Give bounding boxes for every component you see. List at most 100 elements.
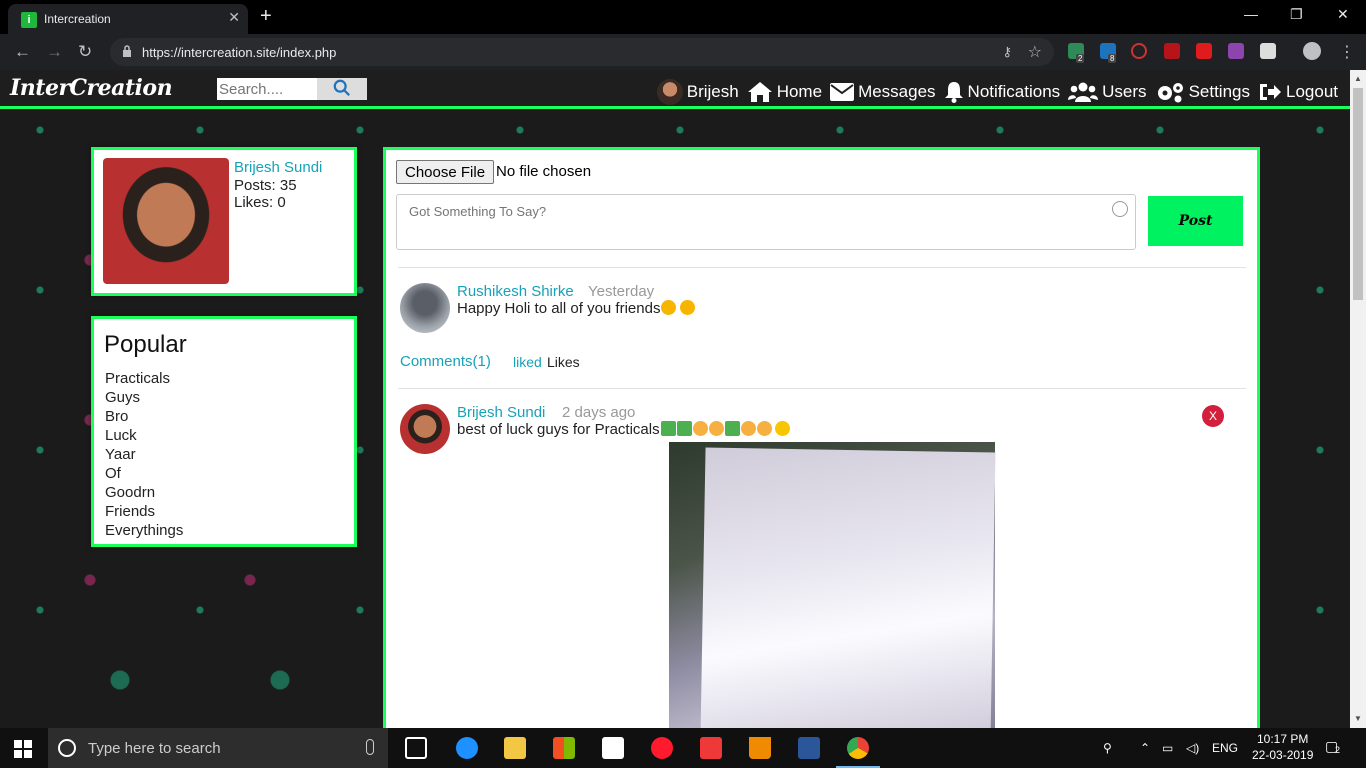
comments-link[interactable]: Comments(1)	[400, 353, 491, 370]
close-tab-icon[interactable]: ✕	[228, 9, 240, 26]
popular-item[interactable]: Yaar	[105, 445, 183, 464]
extension-cube-icon[interactable]	[1260, 43, 1276, 59]
sunglasses-emoji	[774, 421, 790, 436]
delete-post-button[interactable]: X	[1202, 405, 1224, 427]
emoji-picker-icon[interactable]	[1112, 201, 1128, 217]
popular-item[interactable]: Friends	[105, 502, 183, 521]
back-button[interactable]: ←	[14, 42, 31, 62]
search-button[interactable]	[317, 78, 367, 100]
browser-toolbar: ← → ↻ https://intercreation.site/index.p…	[0, 34, 1366, 70]
popular-item[interactable]: Practicals	[105, 369, 183, 388]
key-icon[interactable]: ⚷	[1002, 44, 1012, 60]
scroll-up-arrow[interactable]: ▲	[1354, 74, 1362, 83]
nav-home[interactable]: Home	[747, 81, 822, 103]
vivaldi-icon[interactable]	[700, 737, 722, 759]
heart-eyes-emoji	[661, 300, 677, 315]
scroll-down-arrow[interactable]: ▼	[1354, 714, 1362, 723]
divider	[398, 267, 1246, 268]
post-image[interactable]	[669, 442, 996, 728]
profile-avatar[interactable]	[103, 158, 229, 284]
extension-badge: 2	[1076, 54, 1085, 63]
close-window-button[interactable]: ✕	[1337, 6, 1349, 23]
opera-icon[interactable]	[651, 737, 673, 759]
post-textarea[interactable]	[396, 194, 1136, 250]
address-bar[interactable]: https://intercreation.site/index.php ⚷ ☆	[110, 38, 1054, 66]
search-icon	[333, 79, 350, 96]
file-explorer-icon[interactable]	[504, 737, 526, 759]
nav-label: Users	[1102, 82, 1147, 101]
reload-button[interactable]: ↻	[78, 42, 92, 62]
wave-hand-emoji	[708, 421, 724, 436]
nav-notifications[interactable]: Notifications	[944, 81, 1061, 103]
language-indicator[interactable]: ENG	[1212, 741, 1238, 755]
word-icon[interactable]	[798, 737, 820, 759]
restore-window-button[interactable]: ❐	[1290, 6, 1303, 23]
windows-start-icon[interactable]	[14, 740, 32, 758]
forward-button[interactable]: →	[46, 42, 63, 62]
popular-item[interactable]: Goodrn	[105, 483, 183, 502]
site-logo[interactable]: InterCreation	[10, 75, 173, 101]
tray-chevron-icon[interactable]: ⌃	[1140, 741, 1150, 755]
choose-file-button[interactable]: Choose File	[396, 160, 495, 184]
minimize-window-button[interactable]: —	[1244, 6, 1258, 22]
nav-messages[interactable]: Messages	[830, 82, 936, 102]
people-icon[interactable]: ⚲	[1103, 741, 1112, 755]
page-scrollbar[interactable]: ▲ ▼	[1350, 70, 1366, 728]
site-favicon-icon: i	[21, 12, 37, 28]
network-icon[interactable]: ▭	[1162, 741, 1173, 755]
bookmark-star-icon[interactable]: ☆	[1028, 42, 1042, 62]
browser-tab[interactable]: i Intercreation ✕	[8, 4, 248, 34]
notification-count: 2	[1335, 745, 1341, 755]
volume-icon[interactable]: ◁)	[1186, 741, 1199, 755]
extension-red-icon[interactable]	[1196, 43, 1212, 59]
extension-pdf-icon[interactable]	[1164, 43, 1180, 59]
post-author[interactable]: Brijesh Sundi	[457, 404, 545, 421]
ok-hand-emoji	[692, 421, 708, 436]
edge-icon[interactable]	[456, 737, 478, 759]
like-toggle-link[interactable]: liked	[513, 354, 542, 370]
url-text[interactable]: https://intercreation.site/index.php	[142, 45, 336, 60]
lock-icon[interactable]	[122, 45, 132, 57]
extension-purple-icon[interactable]	[1228, 43, 1244, 59]
nav-profile[interactable]: Brijesh	[656, 79, 739, 105]
post-author-avatar[interactable]	[400, 404, 450, 454]
nav-label: Settings	[1188, 82, 1250, 101]
scrollbar-thumb[interactable]	[1353, 88, 1363, 300]
pray-emoji	[756, 421, 772, 436]
profile-likes-count: Likes: 0	[234, 194, 286, 211]
browser-menu-icon[interactable]: ⋮	[1339, 42, 1355, 62]
users-icon	[1068, 82, 1099, 102]
popular-item[interactable]: Of	[105, 464, 183, 483]
vlc-icon[interactable]	[749, 737, 771, 759]
popular-item[interactable]: Bro	[105, 407, 183, 426]
books-emoji	[660, 421, 676, 436]
profile-name[interactable]: Brijesh Sundi	[234, 159, 322, 176]
nav-logout[interactable]: Logout	[1258, 82, 1338, 102]
new-tab-button[interactable]: +	[260, 5, 272, 28]
profile-posts-count: Posts: 35	[234, 177, 297, 194]
browser-profile-icon[interactable]	[1303, 42, 1321, 60]
popular-item[interactable]: Guys	[105, 388, 183, 407]
task-view-icon[interactable]	[405, 737, 427, 759]
microphone-icon[interactable]	[366, 739, 374, 755]
popular-item[interactable]: Everythings	[105, 521, 183, 540]
post-author[interactable]: Rushikesh Shirke	[457, 283, 574, 300]
nav-label: Notifications	[967, 82, 1061, 101]
news-feed: Choose File No file chosen Post Rushikes…	[383, 147, 1260, 728]
taskbar-clock[interactable]: 10:17 PM 22-03-2019	[1252, 731, 1313, 763]
search-input[interactable]	[217, 78, 317, 100]
pray-emoji	[740, 421, 756, 436]
chrome-icon[interactable]	[847, 737, 869, 759]
taskbar-search-box[interactable]: Type here to search	[48, 728, 388, 768]
popular-item[interactable]: Luck	[105, 426, 183, 445]
nav-users[interactable]: Users	[1068, 82, 1147, 102]
post-author-avatar[interactable]	[400, 283, 450, 333]
extension-block-icon[interactable]	[1131, 43, 1147, 59]
mail-icon[interactable]	[602, 737, 624, 759]
post-button[interactable]: Post	[1148, 196, 1243, 246]
popular-list: Practicals Guys Bro Luck Yaar Of Goodrn …	[105, 369, 183, 540]
store-icon[interactable]	[553, 737, 575, 759]
post-text: best of luck guys for Practicals	[457, 421, 790, 438]
tab-title: Intercreation	[44, 12, 111, 26]
nav-settings[interactable]: Settings	[1155, 81, 1250, 103]
